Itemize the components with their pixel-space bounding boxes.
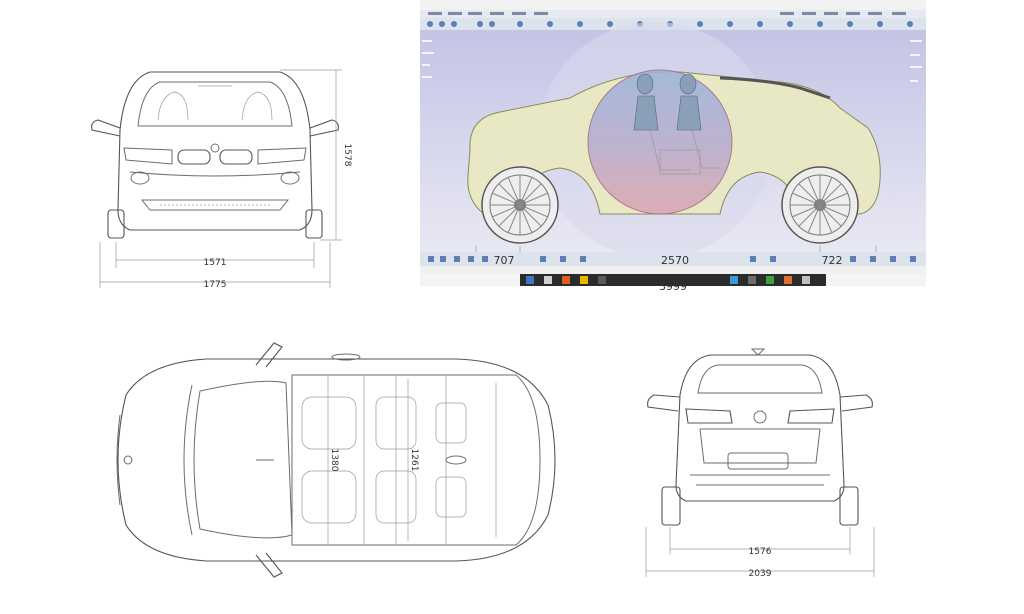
top-rear-width-label: 1261 bbox=[409, 449, 419, 472]
rear-width-label: 2039 bbox=[749, 569, 772, 579]
wheelbase-label: 2570 bbox=[661, 254, 689, 267]
front-height-label: 1578 bbox=[342, 144, 352, 167]
front-view-drawing: 1578 1571 1775 bbox=[80, 60, 370, 300]
rear-track-label: 1576 bbox=[749, 547, 772, 557]
front-track-label: 1571 bbox=[204, 258, 227, 268]
front-overhang-label: 707 bbox=[494, 254, 515, 267]
top-view-drawing: 1380 1261 bbox=[96, 335, 566, 585]
rear-overhang-label: 722 bbox=[822, 254, 843, 267]
rear-view-drawing: 1576 2039 bbox=[640, 345, 880, 585]
top-front-width-label: 1380 bbox=[329, 449, 339, 472]
cad-side-view-screenshot: 707 2570 722 3999 bbox=[420, 0, 926, 290]
front-width-label: 1775 bbox=[204, 280, 227, 290]
length-label: 3999 bbox=[659, 280, 687, 290]
